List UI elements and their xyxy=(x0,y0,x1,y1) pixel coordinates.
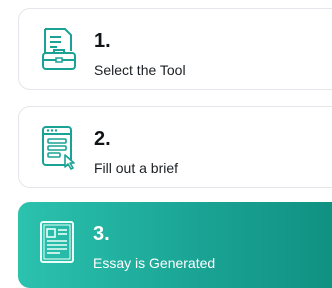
step-label: Fill out a brief xyxy=(94,160,179,176)
step-label: Select the Tool xyxy=(94,62,186,78)
document-briefcase-icon xyxy=(42,28,76,70)
essay-document-icon xyxy=(40,221,74,263)
step-number: 1. xyxy=(94,30,111,52)
step-number: 3. xyxy=(93,223,110,245)
step-select-tool-card[interactable]: 1. Select the Tool xyxy=(18,8,332,90)
step-essay-generated-card[interactable]: 3. Essay is Generated xyxy=(18,202,332,288)
step-fill-brief-card[interactable]: 2. Fill out a brief xyxy=(18,106,332,188)
steps-list: 1. Select the Tool 2. Fill out a brief 3… xyxy=(0,0,332,288)
step-label: Essay is Generated xyxy=(93,255,216,271)
form-pointer-icon xyxy=(42,126,75,170)
step-number: 2. xyxy=(94,128,111,150)
